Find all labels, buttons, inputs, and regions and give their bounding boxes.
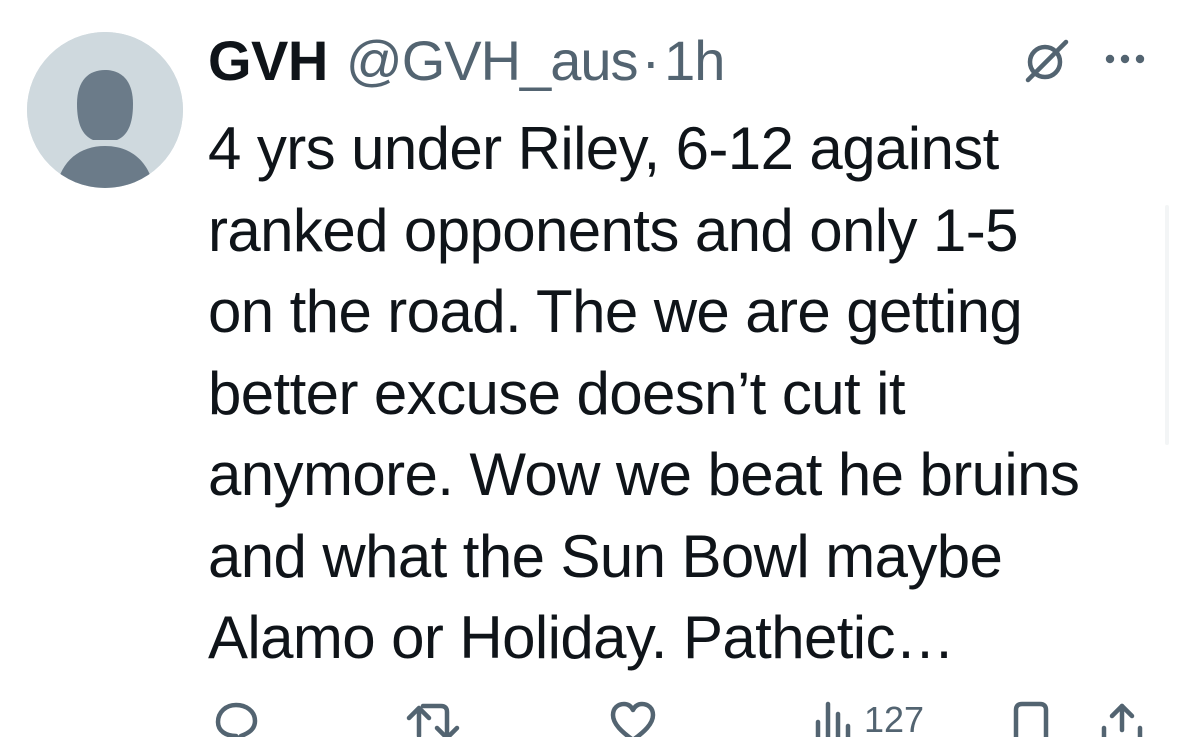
tweet-text: 4 yrs under Riley, 6-12 against ranked o… (208, 108, 1168, 679)
tweet-timestamp[interactable]: 1h (664, 28, 725, 93)
reply-button[interactable] (210, 700, 260, 737)
tweet-text-line: 4 yrs under Riley, 6-12 against (208, 115, 999, 182)
tweet-text-line: better excuse doesn’t cut it (208, 359, 906, 427)
share-icon (1101, 703, 1143, 737)
like-icon (610, 701, 656, 737)
tweet-text-line: ranked opponents and only 1-5 (208, 196, 1018, 264)
views-count: 127 (864, 699, 925, 737)
share-button[interactable] (1098, 700, 1146, 737)
retweet-icon (406, 703, 460, 737)
like-button[interactable] (608, 700, 658, 737)
tweet-text-line: Alamo or Holiday. Pathetic… (208, 604, 955, 671)
header-separator: · (641, 29, 661, 92)
tweet-text-line: and what the Sun Bowl maybe (208, 522, 1003, 590)
author-display-name[interactable]: GVH (208, 28, 328, 93)
bookmark-button[interactable] (1010, 700, 1052, 737)
tweet-text-line: on the road. The we are getting (208, 278, 1023, 345)
default-avatar-icon[interactable] (27, 32, 183, 188)
tweet-text-line: anymore. Wow we beat he bruins (208, 441, 1080, 508)
reply-icon (215, 702, 258, 737)
tweet-header: GVH @GVH_aus · 1h (208, 28, 725, 94)
tweet-actions: 127 (0, 690, 1179, 737)
author-handle[interactable]: @GVH_aus (346, 28, 639, 93)
views-button[interactable]: 127 (812, 700, 924, 737)
grok-icon[interactable] (1020, 38, 1072, 84)
bookmark-icon (1013, 701, 1049, 737)
views-icon (815, 701, 851, 737)
scrollbar-track (1165, 205, 1169, 445)
more-icon[interactable] (1100, 46, 1150, 72)
retweet-button[interactable] (405, 700, 461, 737)
